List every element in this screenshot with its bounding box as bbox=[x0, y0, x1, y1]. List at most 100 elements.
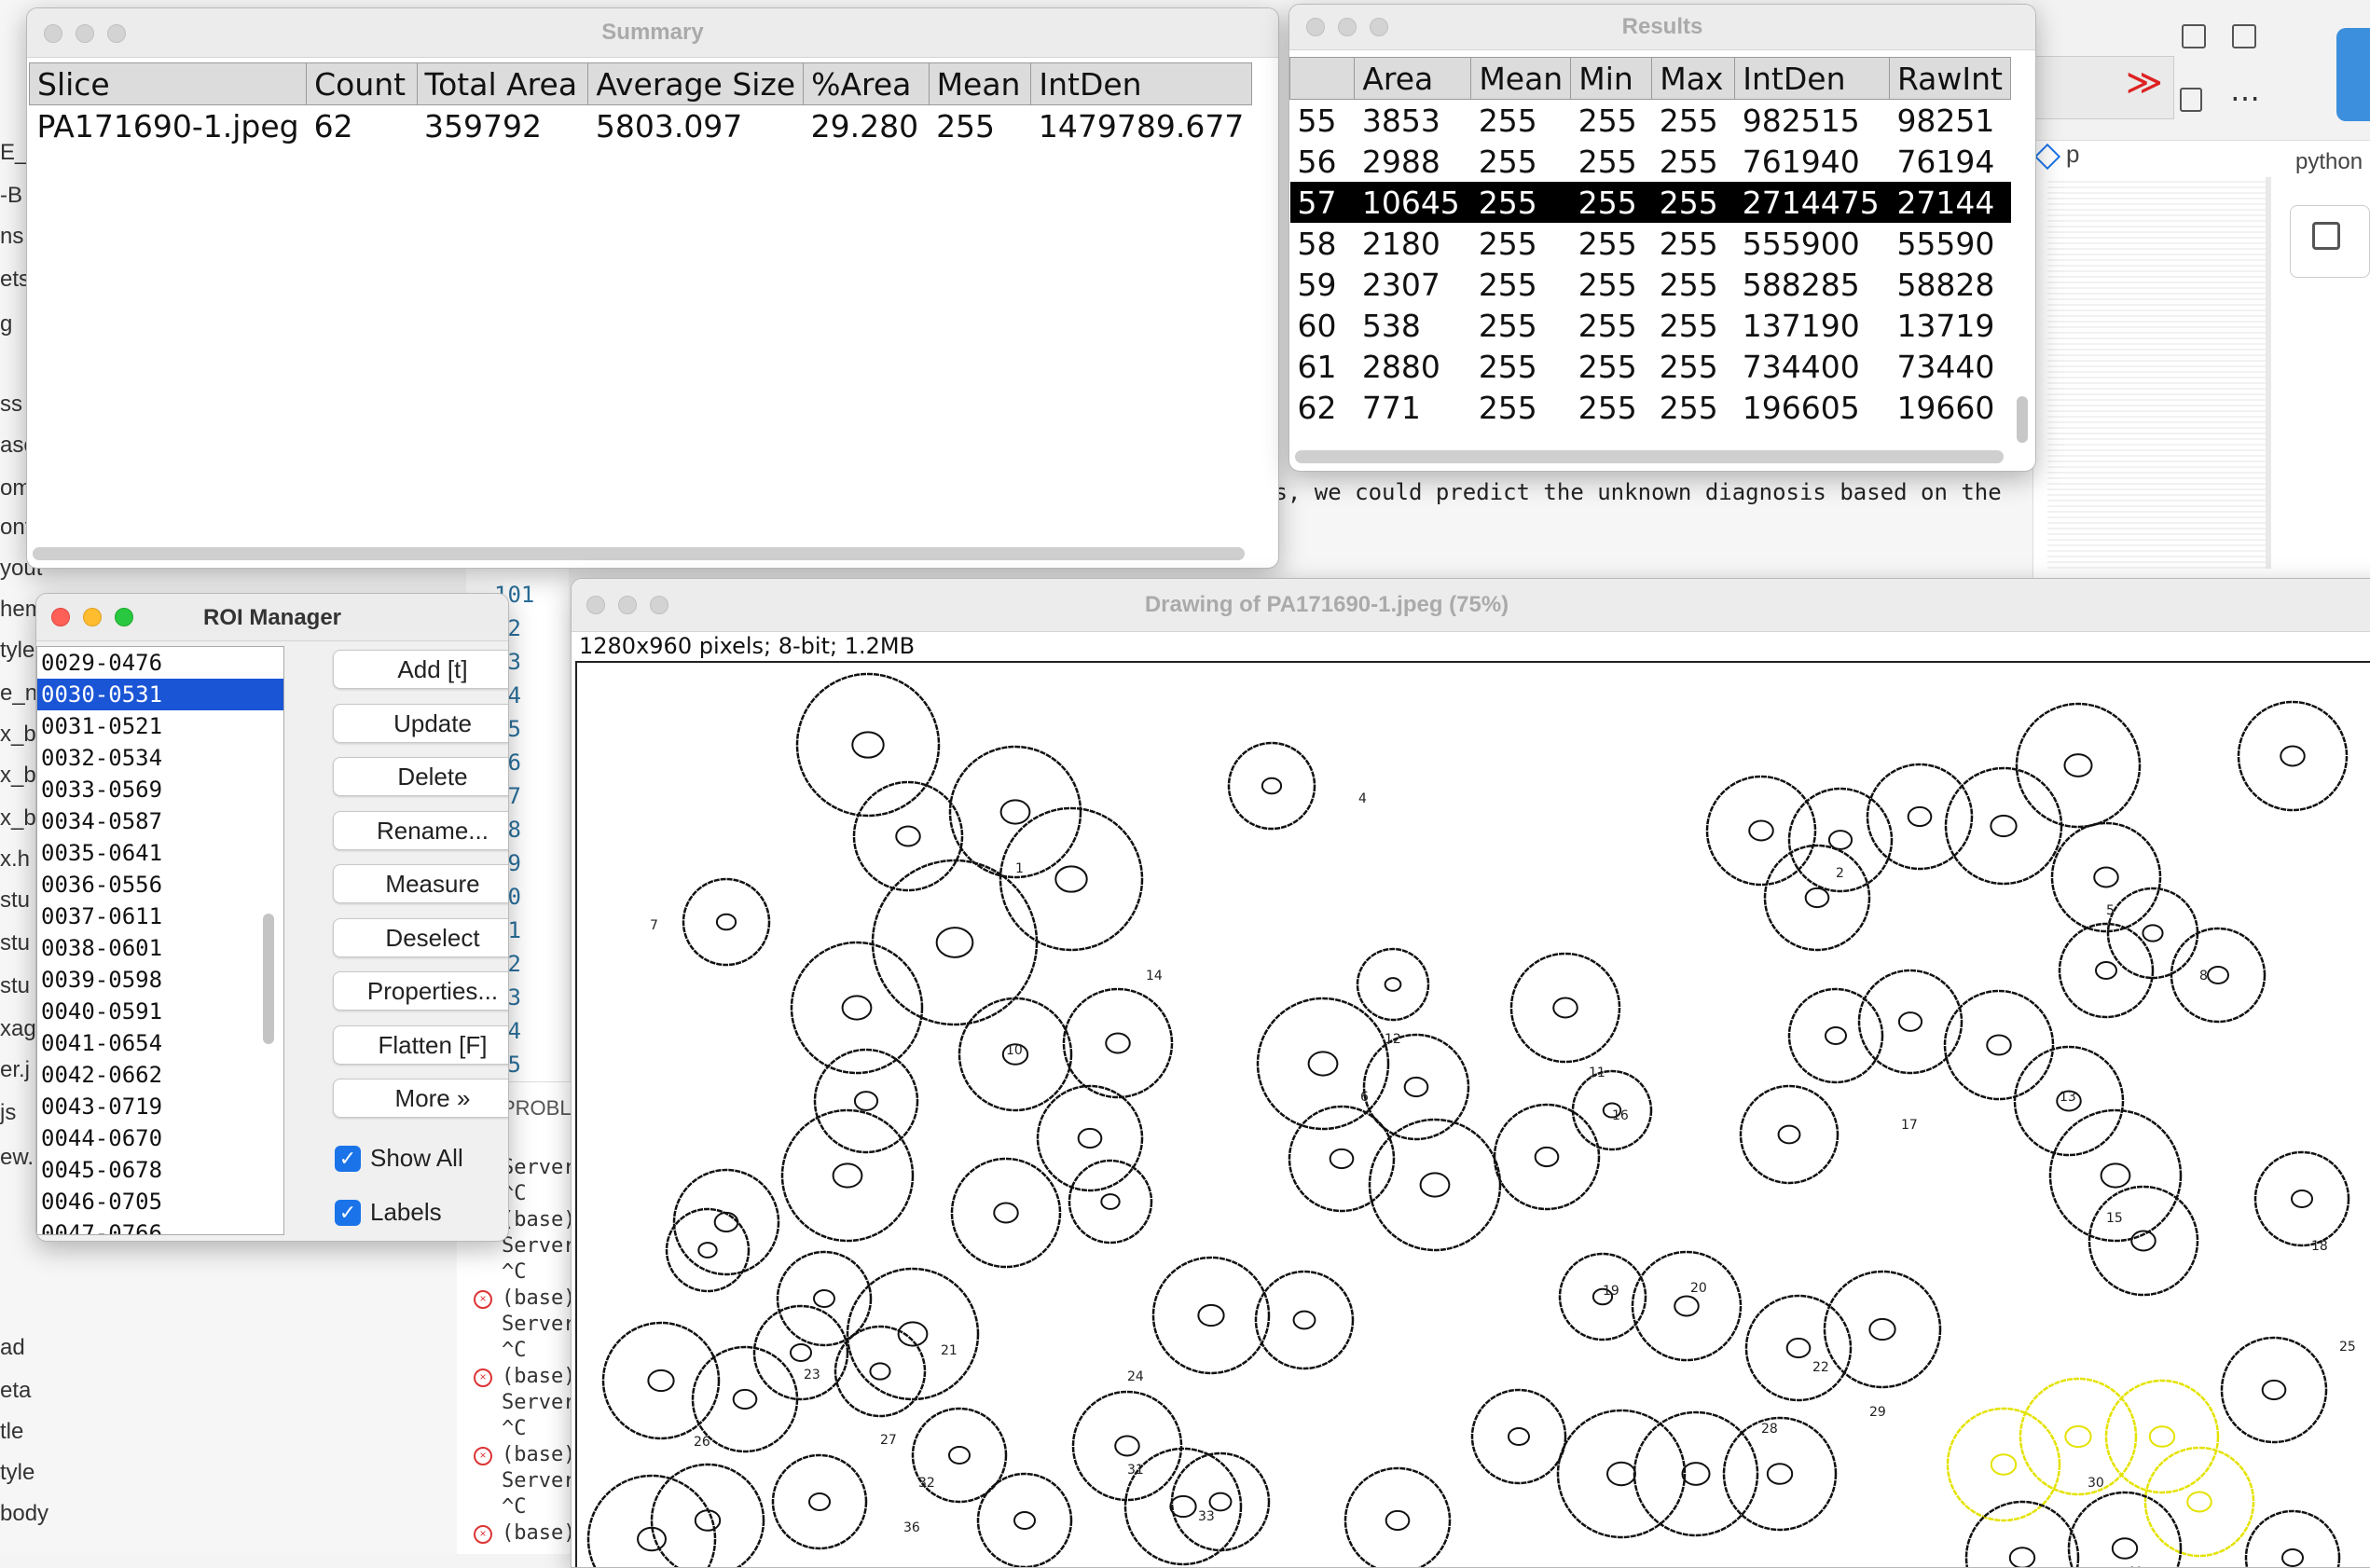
roi-list-item[interactable]: 0035-0641 bbox=[37, 837, 283, 869]
labels-checkbox[interactable]: ✓ bbox=[335, 1200, 361, 1226]
roi-outline[interactable] bbox=[665, 1207, 751, 1293]
roi-outline[interactable] bbox=[1558, 1250, 1942, 1402]
table-row[interactable]: 58 2180 255 255 255 555900 55590 bbox=[1290, 223, 2011, 264]
roi-outline[interactable] bbox=[1739, 969, 1964, 1185]
roi-list-item[interactable]: 0030-0531 bbox=[37, 679, 283, 710]
roi-list-item[interactable]: 0043-0719 bbox=[37, 1091, 283, 1122]
summary-titlebar[interactable]: Summary bbox=[27, 8, 1278, 58]
results-vscroll[interactable] bbox=[2017, 396, 2028, 443]
roi-outline[interactable] bbox=[1256, 947, 1601, 1252]
roi-outline[interactable] bbox=[958, 987, 1174, 1245]
table-row[interactable]: 57 10645 255 255 255 2714475 27144 bbox=[1289, 182, 2011, 223]
roi-list-item[interactable]: 0037-0611 bbox=[37, 901, 283, 932]
show-all-checkbox[interactable]: ✓ bbox=[335, 1146, 361, 1172]
split-icon[interactable] bbox=[2180, 88, 2202, 112]
roi-outline[interactable] bbox=[1509, 952, 1653, 1151]
roi-outline[interactable] bbox=[2050, 821, 2199, 1019]
roi-outline[interactable] bbox=[2244, 1509, 2341, 1568]
summary-window[interactable]: Summary Slice Count Total Area Average S… bbox=[26, 7, 1279, 569]
roi-list-item[interactable]: 0033-0569 bbox=[37, 774, 283, 805]
roi-list-item[interactable]: 0045-0678 bbox=[37, 1154, 283, 1186]
col-mean[interactable]: Mean bbox=[1470, 57, 1572, 100]
layout-icon[interactable] bbox=[2232, 24, 2256, 48]
roi-outline[interactable] bbox=[1705, 702, 2142, 952]
col-min[interactable]: Min bbox=[1570, 57, 1653, 100]
roi-outline[interactable] bbox=[2237, 700, 2349, 812]
table-row[interactable]: 62 771 255 255 255 196605 19660 bbox=[1290, 387, 2011, 428]
roi-outline[interactable] bbox=[2170, 927, 2267, 1024]
col-average-size[interactable]: Average Size bbox=[587, 62, 805, 105]
measure-button[interactable]: Measure bbox=[333, 864, 508, 903]
roi-outline[interactable] bbox=[586, 1463, 765, 1568]
roi-outline[interactable] bbox=[1470, 1388, 1838, 1539]
roi-list-item[interactable]: 0040-0591 bbox=[37, 996, 283, 1027]
more-actions-icon[interactable]: ≫ bbox=[2126, 62, 2163, 103]
table-row[interactable]: PA171690-1.jpeg 62 359792 5803.097 29.28… bbox=[30, 105, 1252, 147]
drawing-titlebar[interactable]: Drawing of PA171690-1.jpeg (75%) bbox=[572, 579, 2370, 632]
roi-manager-window[interactable]: ROI Manager 0029-0476 0030-0531 0031-0521 0… bbox=[35, 593, 509, 1242]
drawing-window[interactable]: Drawing of PA171690-1.jpeg (75%) 1280x96… bbox=[571, 578, 2370, 1568]
roi-list-item[interactable]: 0047-0766 bbox=[37, 1217, 283, 1234]
update-button[interactable]: Update bbox=[333, 703, 508, 743]
roi-outline[interactable] bbox=[752, 1267, 980, 1401]
roi-outline[interactable] bbox=[1170, 1451, 1271, 1552]
roi-outline[interactable] bbox=[771, 1453, 868, 1550]
col-slice[interactable]: Slice bbox=[29, 62, 308, 105]
roi-list-item[interactable]: 0041-0654 bbox=[37, 1027, 283, 1059]
col-intden[interactable]: IntDen bbox=[1734, 57, 1890, 100]
results-window[interactable]: Results Area Mean Min Max IntDen RawInt … bbox=[1288, 4, 2036, 472]
roi-outline[interactable] bbox=[1071, 1390, 1243, 1566]
roi-list-item[interactable]: 0044-0670 bbox=[37, 1122, 283, 1154]
col-max[interactable]: Max bbox=[1651, 57, 1736, 100]
ellipsis-icon[interactable]: ⋯ bbox=[2230, 80, 2260, 116]
roi-outline[interactable] bbox=[1227, 741, 1316, 831]
col-rawint[interactable]: RawInt bbox=[1888, 57, 2011, 100]
table-row[interactable]: 55 3853 255 255 255 982515 98251 bbox=[1290, 100, 2011, 142]
selected-roi-outline[interactable] bbox=[1946, 1377, 2255, 1558]
rename-button[interactable]: Rename... bbox=[333, 810, 508, 850]
summary-hscroll[interactable] bbox=[33, 547, 1245, 560]
roi-list-item[interactable]: 0036-0556 bbox=[37, 869, 283, 901]
properties-button[interactable]: Properties... bbox=[333, 971, 508, 1011]
col-count[interactable]: Count bbox=[306, 62, 418, 105]
roi-outline[interactable] bbox=[682, 877, 771, 967]
roi-list-item[interactable]: 0038-0601 bbox=[37, 932, 283, 964]
roi-outline[interactable] bbox=[1151, 1256, 1355, 1375]
roi-outline[interactable] bbox=[672, 941, 924, 1347]
roi-list-item[interactable]: 0031-0521 bbox=[37, 710, 283, 742]
roi-list-item[interactable]: 0039-0598 bbox=[37, 964, 283, 996]
image-canvas[interactable]: 1 2 4 5 6 7 8 10 11 12 13 14 15 16 17 18 19 20 21 22 23 24 25 2… bbox=[575, 661, 2370, 1568]
roi-list-item[interactable]: 0034-0587 bbox=[37, 805, 283, 837]
roi-titlebar[interactable]: ROI Manager bbox=[36, 594, 508, 641]
table-row[interactable]: 60 538 255 255 255 137190 13719 bbox=[1290, 305, 2011, 346]
roi-list-item[interactable]: 0029-0476 bbox=[37, 647, 283, 679]
roi-outline[interactable] bbox=[795, 672, 1144, 1026]
col-percent-area[interactable]: %Area bbox=[803, 62, 930, 105]
roi-list-item[interactable]: 0042-0662 bbox=[37, 1059, 283, 1091]
roi-outline[interactable] bbox=[911, 1407, 1073, 1567]
col-mean[interactable]: Mean bbox=[928, 62, 1032, 105]
col-area[interactable]: Area bbox=[1354, 57, 1472, 100]
col-total-area[interactable]: Total Area bbox=[416, 62, 589, 105]
roi-outline[interactable] bbox=[1964, 1491, 2183, 1568]
table-row[interactable]: 61 2880 255 255 255 734400 73440 bbox=[1290, 346, 2011, 387]
results-titlebar[interactable]: Results bbox=[1289, 5, 2035, 50]
roi-list-item[interactable]: 0032-0534 bbox=[37, 742, 283, 774]
col-intden[interactable]: IntDen bbox=[1030, 62, 1252, 105]
table-row[interactable]: 59 2307 255 255 255 588285 58828 bbox=[1290, 264, 2011, 305]
add-button[interactable]: Add [t] bbox=[333, 650, 508, 689]
split-editor-icon[interactable] bbox=[2182, 24, 2206, 48]
roi-list-item[interactable]: 0046-0705 bbox=[37, 1186, 283, 1217]
table-row[interactable]: 56 2988 255 255 255 761940 76194 bbox=[1290, 141, 2011, 182]
deselect-button[interactable]: Deselect bbox=[333, 917, 508, 957]
roi-list[interactable]: 0029-0476 0030-0531 0031-0521 0032-0534 0033… bbox=[36, 646, 284, 1235]
more-button[interactable]: More » bbox=[333, 1079, 508, 1118]
roi-outline[interactable] bbox=[2220, 1336, 2328, 1444]
roi-list-scrollbar[interactable] bbox=[263, 914, 274, 1044]
results-hscroll[interactable] bbox=[1295, 450, 2004, 463]
roi-outline[interactable] bbox=[950, 1157, 1062, 1269]
roi-outline[interactable] bbox=[2253, 1150, 2350, 1247]
roi-outline-drawing[interactable]: 1 24567810111213141516171819 20212223 24252… bbox=[577, 663, 2370, 1568]
flatten-button[interactable]: Flatten [F] bbox=[333, 1025, 508, 1065]
col-index[interactable] bbox=[1289, 57, 1356, 100]
